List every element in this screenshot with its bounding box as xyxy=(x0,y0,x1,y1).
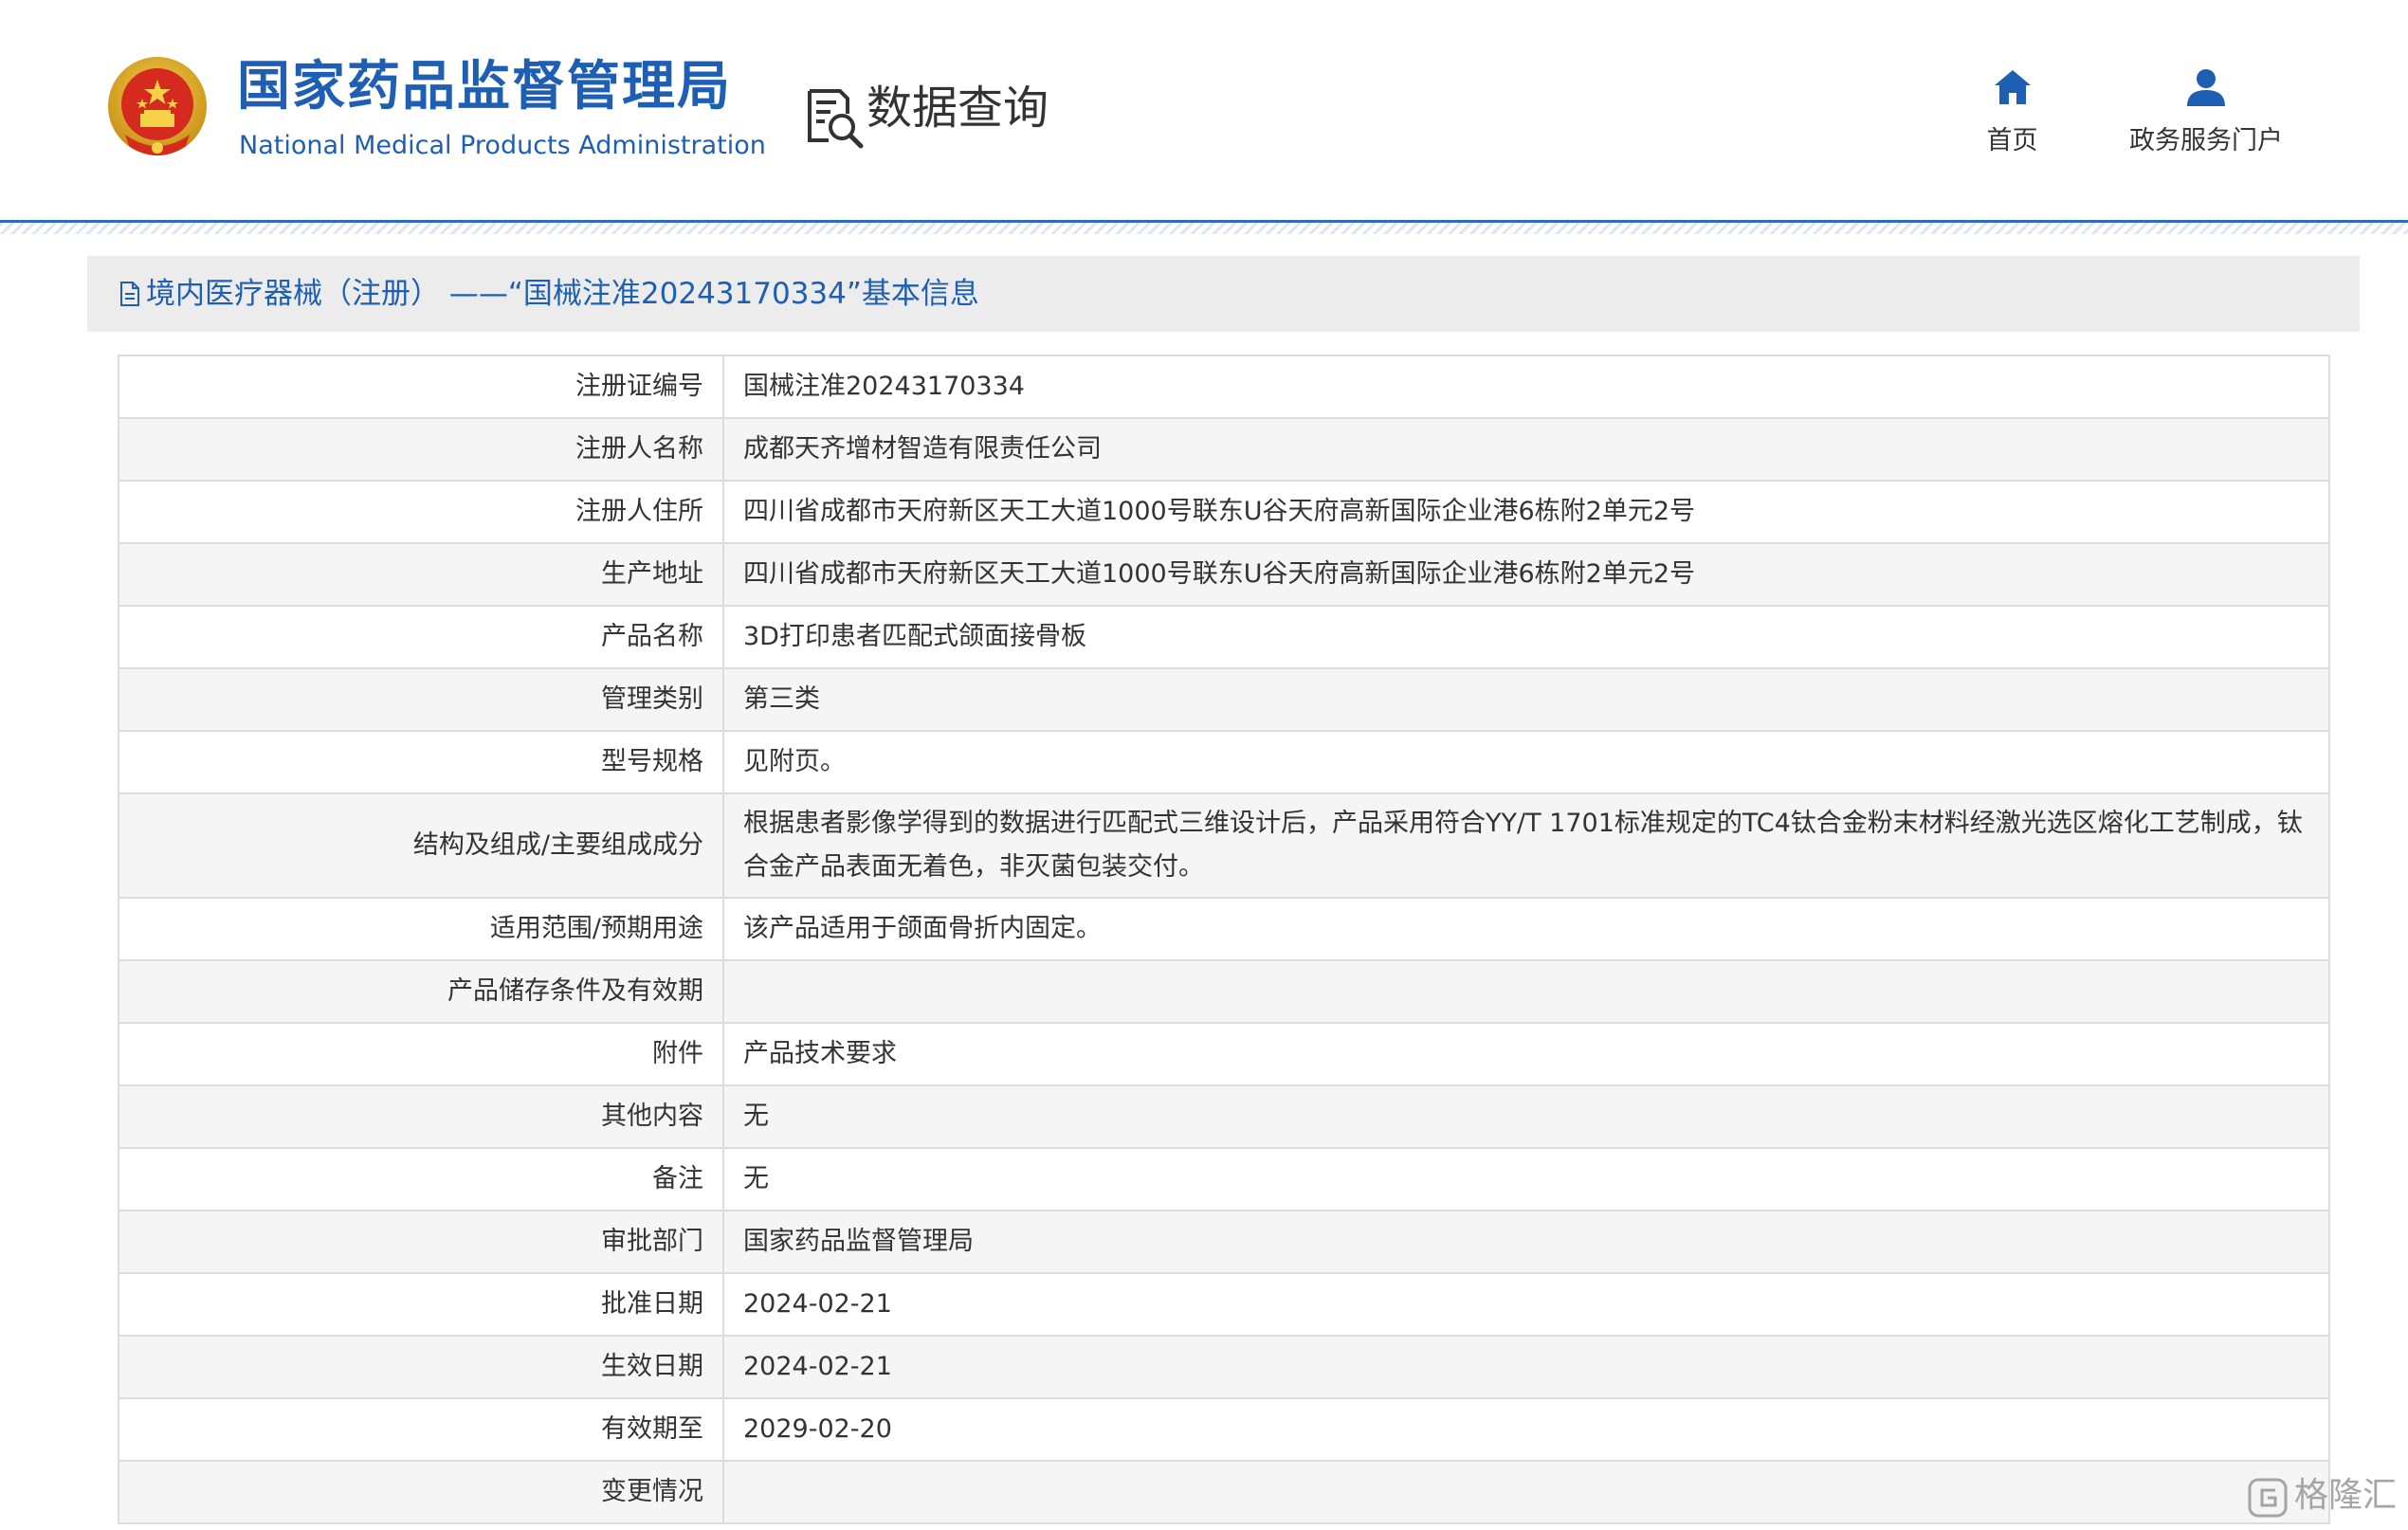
home-icon xyxy=(1994,70,2031,104)
field-value: 该产品适用于颌面骨折内固定。 xyxy=(722,897,2330,961)
table-row: 注册证编号 国械注准20243170334 xyxy=(118,355,2330,419)
table-row: 结构及组成/主要组成成分 根据患者影像学得到的数据进行匹配式三维设计后，产品采用… xyxy=(118,792,2330,899)
table-row: 管理类别 第三类 xyxy=(118,667,2330,732)
field-value: 2024-02-21 xyxy=(722,1335,2330,1399)
national-emblem-icon xyxy=(108,57,207,155)
field-label: 生产地址 xyxy=(118,542,724,607)
panel-title-bar: 境内医疗器械（注册） ——“国械注准20243170334”基本信息 xyxy=(87,256,2360,332)
field-label: 型号规格 xyxy=(118,730,724,794)
table-row: 注册人名称 成都天齐增材智造有限责任公司 xyxy=(118,417,2330,482)
table-row: 型号规格 见附页。 xyxy=(118,730,2330,794)
table-row: 注册人住所 四川省成都市天府新区天工大道1000号联东U谷天府高新国际企业港6栋… xyxy=(118,480,2330,544)
panel-title: 境内医疗器械（注册） ——“国械注准20243170334”基本信息 xyxy=(146,277,979,311)
field-value: 国家药品监督管理局 xyxy=(722,1210,2330,1274)
header-divider xyxy=(0,220,2408,234)
registration-info-table: 注册证编号 国械注准20243170334 注册人名称 成都天齐增材智造有限责任… xyxy=(118,355,2330,1524)
nav-home[interactable]: 首页 xyxy=(1972,68,2052,156)
table-row: 变更情况 xyxy=(118,1460,2330,1524)
table-row: 审批部门 国家药品监督管理局 xyxy=(118,1210,2330,1274)
field-value: 国械注准20243170334 xyxy=(722,355,2330,419)
field-value: 四川省成都市天府新区天工大道1000号联东U谷天府高新国际企业港6栋附2单元2号 xyxy=(722,542,2330,607)
data-search-icon xyxy=(808,89,864,149)
field-label: 注册证编号 xyxy=(118,355,724,419)
user-icon xyxy=(2187,69,2225,106)
field-label: 注册人名称 xyxy=(118,417,724,482)
table-row: 有效期至 2029-02-20 xyxy=(118,1397,2330,1462)
gelonghui-watermark: 格隆汇 xyxy=(2247,1473,2397,1522)
field-value: 2024-02-21 xyxy=(722,1272,2330,1337)
section-title: 数据查询 xyxy=(867,82,1049,135)
field-label: 生效日期 xyxy=(118,1335,724,1399)
field-label: 审批部门 xyxy=(118,1210,724,1274)
field-label: 批准日期 xyxy=(118,1272,724,1337)
field-value: 2029-02-20 xyxy=(722,1397,2330,1462)
field-label: 附件 xyxy=(118,1022,724,1086)
table-row: 批准日期 2024-02-21 xyxy=(118,1272,2330,1337)
nav-service-portal-label: 政务服务门户 xyxy=(2129,126,2283,155)
table-row: 备注 无 xyxy=(118,1147,2330,1211)
field-label: 产品储存条件及有效期 xyxy=(118,959,724,1024)
field-label: 其他内容 xyxy=(118,1084,724,1149)
field-value: 3D打印患者匹配式颌面接骨板 xyxy=(722,605,2330,669)
field-value xyxy=(722,959,2330,1024)
field-value: 四川省成都市天府新区天工大道1000号联东U谷天府高新国际企业港6栋附2单元2号 xyxy=(722,480,2330,544)
field-label: 备注 xyxy=(118,1147,724,1211)
field-value: 产品技术要求 xyxy=(722,1022,2330,1086)
detail-panel: 境内医疗器械（注册） ——“国械注准20243170334”基本信息 注册证编号… xyxy=(87,256,2360,1530)
table-row: 产品储存条件及有效期 xyxy=(118,959,2330,1024)
watermark-text: 格隆汇 xyxy=(2294,1476,2398,1515)
field-value: 成都天齐增材智造有限责任公司 xyxy=(722,417,2330,482)
agency-name-cn: 国家药品监督管理局 xyxy=(237,56,732,118)
site-header: 国家药品监督管理局 National Medical Products Admi… xyxy=(0,0,2408,220)
field-label: 管理类别 xyxy=(118,667,724,732)
field-value: 无 xyxy=(722,1084,2330,1149)
field-label: 适用范围/预期用途 xyxy=(118,897,724,961)
field-label: 变更情况 xyxy=(118,1460,724,1524)
nav-service-portal[interactable]: 政务服务门户 xyxy=(2116,68,2296,156)
agency-name-en: National Medical Products Administration xyxy=(239,131,766,160)
field-label: 结构及组成/主要组成成分 xyxy=(118,792,724,899)
nav-home-label: 首页 xyxy=(1986,126,2038,155)
document-icon xyxy=(120,282,139,306)
field-value: 无 xyxy=(722,1147,2330,1211)
field-value: 第三类 xyxy=(722,667,2330,732)
field-label: 有效期至 xyxy=(118,1397,724,1462)
table-row: 生产地址 四川省成都市天府新区天工大道1000号联东U谷天府高新国际企业港6栋附… xyxy=(118,542,2330,607)
table-row: 生效日期 2024-02-21 xyxy=(118,1335,2330,1399)
field-label: 注册人住所 xyxy=(118,480,724,544)
table-row: 适用范围/预期用途 该产品适用于颌面骨折内固定。 xyxy=(118,897,2330,961)
table-row: 产品名称 3D打印患者匹配式颌面接骨板 xyxy=(118,605,2330,669)
field-label: 产品名称 xyxy=(118,605,724,669)
field-value: 见附页。 xyxy=(722,730,2330,794)
table-row: 附件 产品技术要求 xyxy=(118,1022,2330,1086)
table-row: 其他内容 无 xyxy=(118,1084,2330,1149)
field-value xyxy=(722,1460,2330,1524)
gelonghui-logo-icon xyxy=(2248,1478,2288,1518)
field-value: 根据患者影像学得到的数据进行匹配式三维设计后，产品采用符合YY/T 1701标准… xyxy=(722,792,2330,899)
